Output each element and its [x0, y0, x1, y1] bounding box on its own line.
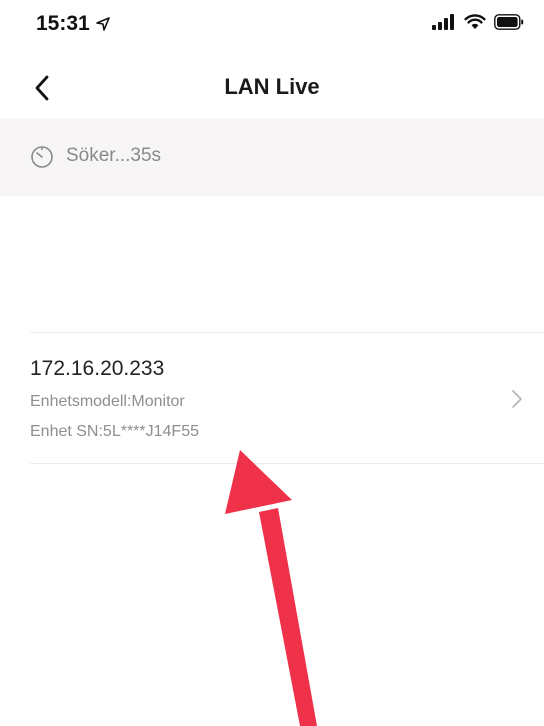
timer-icon: [31, 146, 53, 168]
annotation-arrow-shaft: [259, 508, 317, 726]
device-serial-number: Enhet SN:5L****J14F55: [30, 423, 199, 440]
search-status-banner: Söker...35s: [0, 118, 544, 196]
status-time: 15:31: [36, 12, 90, 35]
page-title: LAN Live: [224, 74, 320, 99]
battery-icon: [494, 14, 524, 30]
location-arrow-icon: [95, 17, 110, 31]
wifi-icon: [464, 14, 486, 29]
status-time-group: 15:31: [36, 12, 110, 36]
chevron-right-icon: [512, 390, 522, 408]
status-bar: 15:31: [0, 0, 544, 54]
search-status-text: Söker...35s: [66, 145, 162, 166]
navigation-bar: LAN Live: [0, 54, 544, 118]
cellular-signal-icon: [432, 14, 454, 30]
device-model: Enhetsmodell:Monitor: [30, 393, 185, 410]
device-ip-address: 172.16.20.233: [30, 357, 165, 380]
device-list-item[interactable]: 172.16.20.233 Enhetsmodell:Monitor Enhet…: [30, 332, 544, 464]
status-icons: [432, 14, 524, 30]
